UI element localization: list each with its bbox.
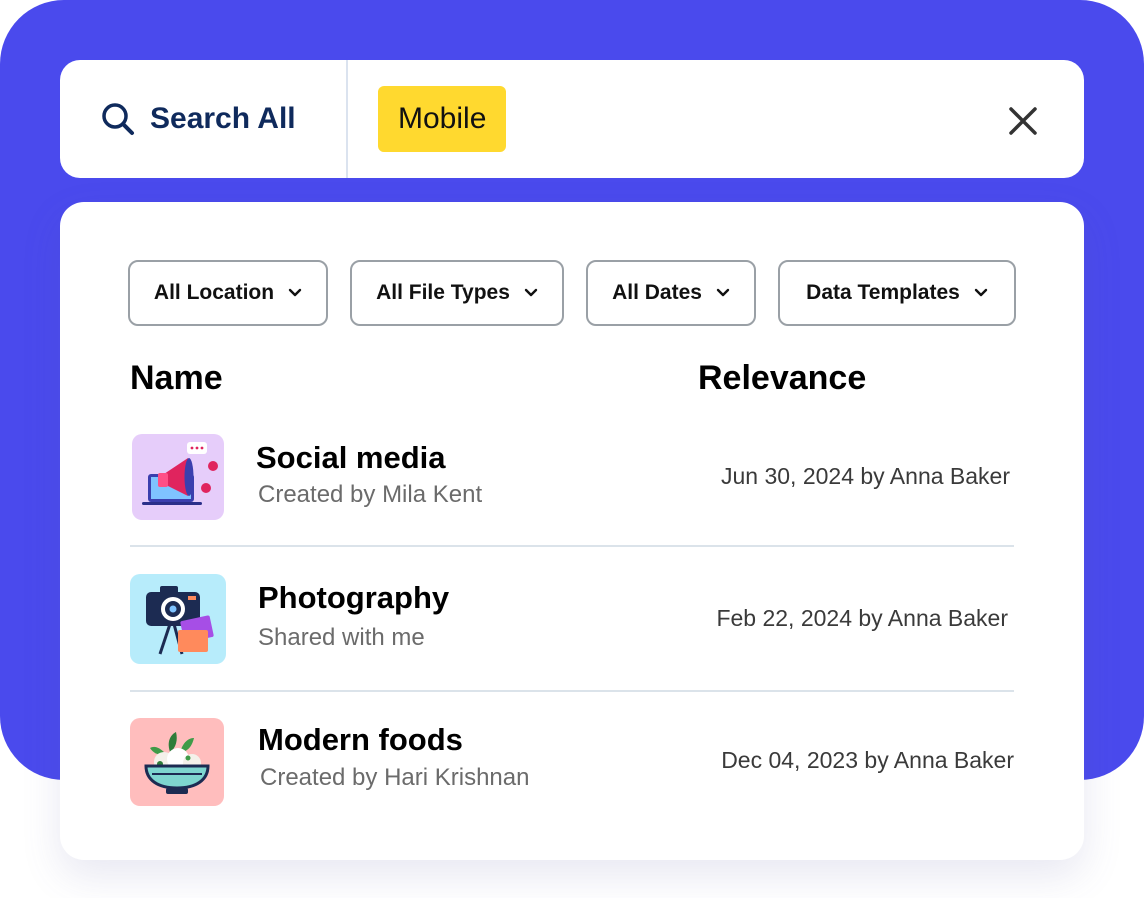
result-meta: Jun 30, 2024 by Anna Baker xyxy=(721,463,1010,489)
search-all-button[interactable]: Search All xyxy=(60,60,347,178)
search-divider xyxy=(346,60,348,178)
filter-dates-dropdown[interactable]: All Dates xyxy=(586,260,756,326)
search-icon xyxy=(100,101,136,137)
result-row-photography[interactable]: Photography Shared with me Feb 22, 2024 … xyxy=(130,574,1014,664)
result-title: Modern foods xyxy=(258,722,463,757)
close-icon xyxy=(1006,104,1040,138)
filter-file-types-dropdown[interactable]: All File Types xyxy=(350,260,564,326)
chevron-down-icon xyxy=(524,288,538,297)
filter-location-dropdown[interactable]: All Location xyxy=(128,260,328,326)
result-subtitle: Shared with me xyxy=(258,624,425,651)
filter-data-templates-dropdown[interactable]: Data Templates xyxy=(778,260,1016,326)
chevron-down-icon xyxy=(974,288,988,297)
result-row-modern-foods[interactable]: Modern foods Created by Hari Krishnan De… xyxy=(130,718,1014,808)
row-divider xyxy=(130,690,1014,692)
search-chip-mobile[interactable]: Mobile xyxy=(378,86,507,152)
filter-label: All Location xyxy=(153,281,275,304)
result-row-social-media[interactable]: Social media Created by Mila Kent Jun 30… xyxy=(130,434,1014,524)
chevron-down-icon xyxy=(288,288,302,297)
result-subtitle: Created by Mila Kent xyxy=(258,481,483,508)
result-meta: Feb 22, 2024 by Anna Baker xyxy=(716,605,1008,631)
result-meta: Dec 04, 2023 by Anna Baker xyxy=(721,747,1014,773)
result-subtitle: Created by Hari Krishnan xyxy=(260,764,530,791)
camera-tripod-icon xyxy=(130,574,226,664)
filter-label: All File Types xyxy=(376,281,510,304)
search-all-label: Search All xyxy=(150,102,296,135)
filter-label: Data Templates xyxy=(806,281,960,304)
results-panel: All Location All File Types All Dates Da… xyxy=(60,202,1084,860)
chevron-down-icon xyxy=(716,288,730,297)
column-header-relevance[interactable]: Relevance xyxy=(698,358,866,398)
page: Search All Mobile All Location All File … xyxy=(0,0,1144,898)
search-bar: Search All Mobile xyxy=(60,60,1084,178)
megaphone-laptop-icon xyxy=(132,434,224,520)
close-button[interactable] xyxy=(1006,104,1040,138)
result-title: Social media xyxy=(256,440,446,475)
food-bowl-icon xyxy=(130,718,224,806)
column-header-name[interactable]: Name xyxy=(130,358,223,398)
row-divider xyxy=(130,545,1014,547)
filter-label: All Dates xyxy=(612,281,702,304)
result-title: Photography xyxy=(258,580,450,615)
